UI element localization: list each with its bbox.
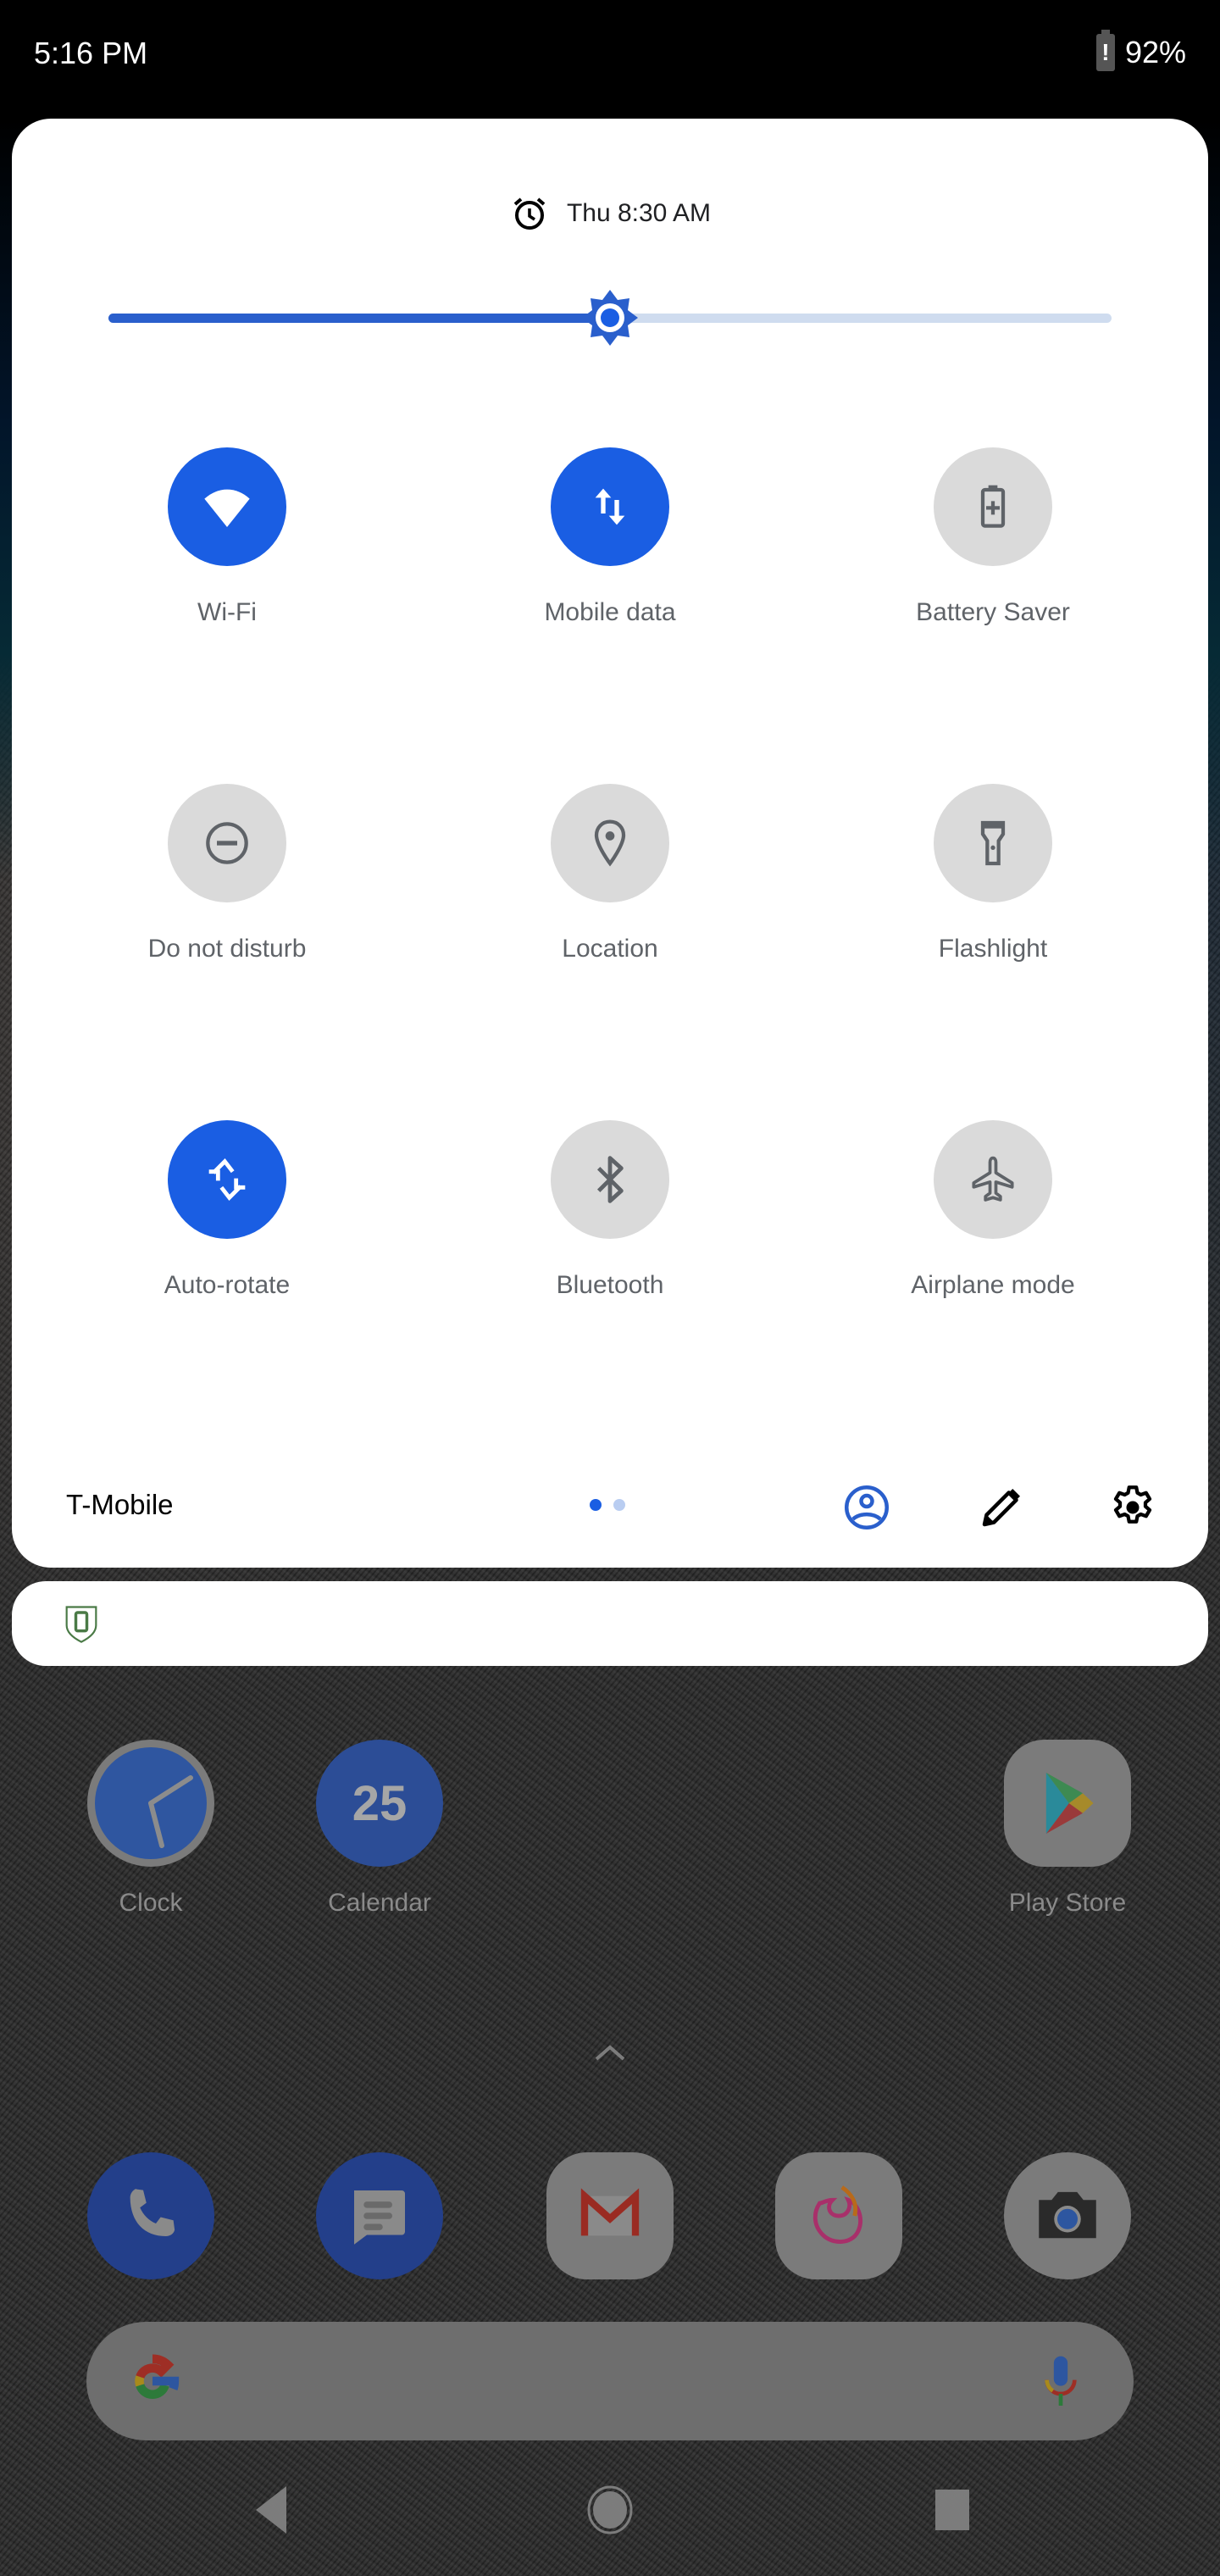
calendar-app-icon: 25 <box>316 1740 443 1867</box>
tile-label: Wi-Fi <box>197 598 257 626</box>
page-indicator <box>590 1499 625 1511</box>
dock-messages[interactable] <box>286 2152 473 2279</box>
dock-firefox[interactable] <box>746 2152 932 2279</box>
page-dot-active <box>590 1499 602 1511</box>
status-bar: 5:16 PM ! 92% <box>0 0 1220 119</box>
phone-icon <box>87 2152 214 2279</box>
google-search-bar[interactable] <box>86 2322 1134 2440</box>
battery-indicator: ! 92% <box>1095 30 1186 71</box>
back-icon[interactable] <box>252 2483 290 2537</box>
auto-rotate-icon <box>208 1158 246 1201</box>
status-time: 5:16 PM <box>34 36 148 70</box>
tile-flashlight[interactable]: Flashlight <box>866 784 1120 963</box>
tile-airplane-button[interactable] <box>934 1120 1052 1239</box>
gmail-icon <box>546 2152 674 2279</box>
tile-label: Bluetooth <box>556 1271 664 1299</box>
bluetooth-icon <box>596 1156 624 1203</box>
tile-location[interactable]: Location <box>483 784 737 963</box>
battery-alert-glyph: ! <box>1101 39 1110 65</box>
next-alarm[interactable]: Thu 8:30 AM <box>12 193 1208 234</box>
app-label: Calendar <box>328 1889 431 1917</box>
quick-settings-footer: T-Mobile <box>12 1470 1208 1538</box>
tile-label: Mobile data <box>544 598 676 626</box>
alarm-clock-icon <box>513 197 546 230</box>
wifi-icon <box>204 489 250 527</box>
carrier-name: T-Mobile <box>66 1489 174 1520</box>
battery-saver-icon <box>980 485 1006 528</box>
tile-mobile-data-button[interactable] <box>551 447 669 566</box>
flashlight-icon <box>980 820 1006 866</box>
tile-label: Battery Saver <box>916 598 1070 626</box>
tile-label: Do not disturb <box>147 935 307 963</box>
brightness-track-fill <box>108 314 610 323</box>
tile-label: Auto-rotate <box>164 1271 291 1299</box>
chevron-up-icon[interactable] <box>593 2042 627 2062</box>
tile-mobile-data[interactable]: Mobile data <box>483 447 737 627</box>
dock-camera[interactable] <box>974 2152 1161 2279</box>
tile-wifi-button[interactable] <box>168 447 286 566</box>
notification-card[interactable] <box>12 1581 1208 1666</box>
app-calendar[interactable]: 25 Calendar <box>286 1740 473 1918</box>
app-clock[interactable]: Clock <box>58 1740 244 1918</box>
dock-gmail[interactable] <box>517 2152 703 2279</box>
pencil-edit-icon <box>982 1489 1020 1527</box>
dock-phone[interactable] <box>58 2152 244 2279</box>
airplane-icon <box>972 1156 1014 1202</box>
tile-auto-rotate[interactable]: Auto-rotate <box>100 1120 354 1300</box>
app-play-store[interactable]: Play Store <box>974 1740 1161 1918</box>
tile-flashlight-button[interactable] <box>934 784 1052 902</box>
tile-label: Airplane mode <box>911 1271 1075 1299</box>
settings-button[interactable] <box>1107 1482 1158 1533</box>
tile-airplane-mode[interactable]: Airplane mode <box>866 1120 1120 1300</box>
app-label: Clock <box>119 1889 183 1917</box>
home-icon[interactable] <box>586 2483 634 2537</box>
google-g-icon <box>135 2354 180 2399</box>
tile-battery-saver-button[interactable] <box>934 447 1052 566</box>
tile-location-button[interactable] <box>551 784 669 902</box>
firefox-icon <box>775 2152 902 2279</box>
mobile-data-icon <box>595 488 625 525</box>
tile-battery-saver[interactable]: Battery Saver <box>866 447 1120 627</box>
page-dot <box>613 1499 625 1511</box>
user-switcher-button[interactable] <box>841 1482 892 1533</box>
tile-auto-rotate-button[interactable] <box>168 1120 286 1239</box>
battery-percent: 92% <box>1124 35 1186 69</box>
tile-bluetooth-button[interactable] <box>551 1120 669 1239</box>
tile-bluetooth[interactable]: Bluetooth <box>483 1120 737 1300</box>
app-label: Play Store <box>1008 1889 1127 1917</box>
brightness-slider[interactable] <box>108 290 1112 346</box>
location-pin-icon <box>594 819 626 867</box>
messages-icon <box>316 2152 443 2279</box>
calendar-date: 25 <box>352 1775 408 1831</box>
tile-label: Location <box>562 935 658 963</box>
gear-icon <box>1113 1485 1152 1524</box>
device-shield-icon <box>65 1606 97 1643</box>
tile-label: Flashlight <box>938 935 1048 963</box>
camera-icon <box>1004 2152 1131 2279</box>
play-store-icon <box>1004 1740 1131 1867</box>
quick-settings-panel: Thu 8:30 AM Wi-Fi Mobile data Battery Sa… <box>12 119 1208 1568</box>
tile-wifi[interactable]: Wi-Fi <box>100 447 354 627</box>
alarm-text: Thu 8:30 AM <box>566 199 712 227</box>
tile-dnd-button[interactable] <box>168 784 286 902</box>
brightness-icon[interactable] <box>580 288 640 347</box>
battery-alert-icon: ! <box>1095 30 1115 71</box>
edit-tiles-button[interactable] <box>976 1482 1027 1533</box>
clock-app-icon <box>87 1740 214 1867</box>
microphone-icon[interactable] <box>1037 2352 1084 2412</box>
do-not-disturb-icon <box>206 822 248 864</box>
tile-do-not-disturb[interactable]: Do not disturb <box>100 784 354 963</box>
recents-icon[interactable] <box>934 2483 971 2537</box>
user-account-icon <box>845 1485 889 1530</box>
